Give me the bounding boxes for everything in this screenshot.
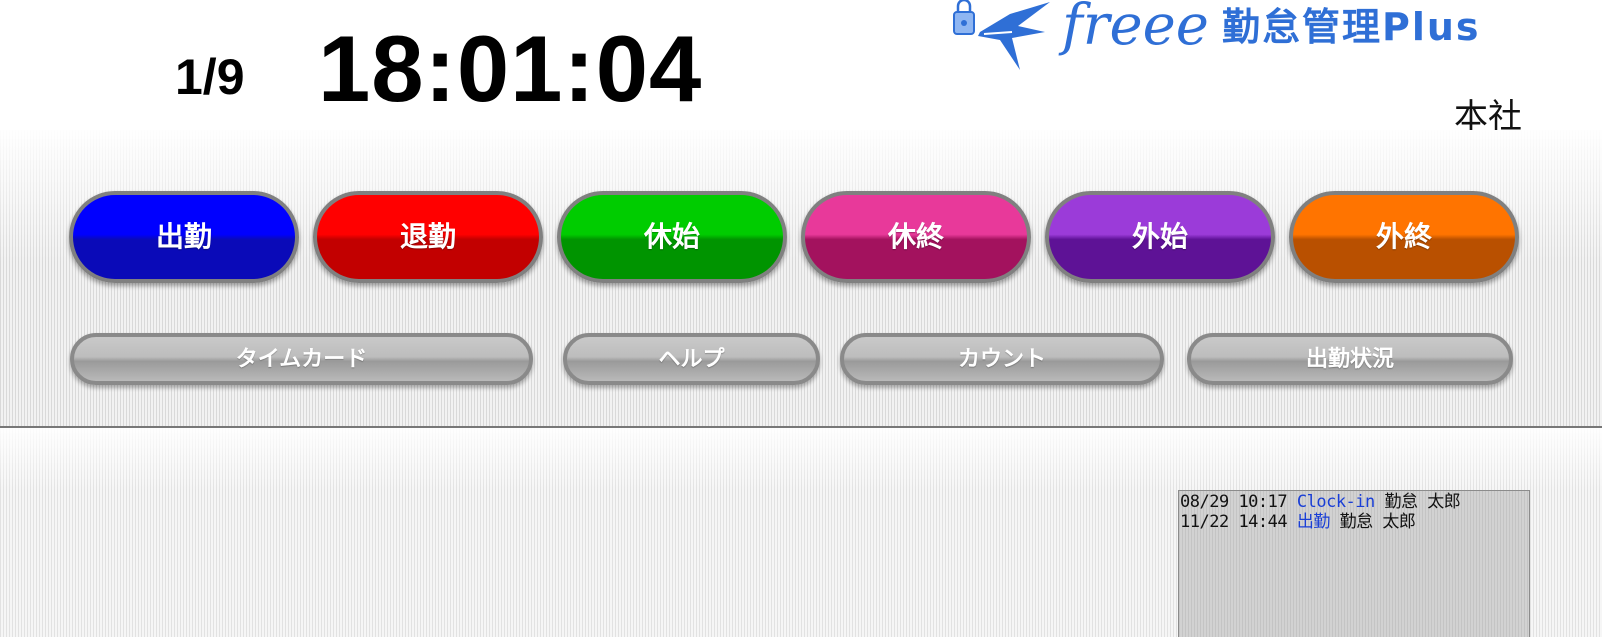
out-end-button[interactable]: 外終 <box>1289 191 1519 283</box>
location-label: 本社 <box>1454 97 1522 137</box>
log-date: 08/29 <box>1180 492 1229 512</box>
count-button[interactable]: カウント <box>840 333 1164 385</box>
logo-brand: freee <box>1062 0 1209 58</box>
clock-in-button[interactable]: 出勤 <box>69 191 299 283</box>
log-date: 11/22 <box>1180 512 1229 532</box>
attendance-status-label: 出勤状況 <box>1305 347 1394 372</box>
attendance-status-button[interactable]: 出勤状況 <box>1187 333 1513 385</box>
clock-out-button[interactable]: 退勤 <box>313 191 543 283</box>
timecard-label: タイムカード <box>235 347 368 372</box>
break-end-label: 休終 <box>887 220 944 253</box>
current-time: 18:01:04 <box>318 16 703 121</box>
log-time: 10:17 <box>1238 492 1288 512</box>
app-logo: freee 勤怠管理Plus <box>950 0 1510 87</box>
break-start-label: 休始 <box>643 220 700 253</box>
out-start-label: 外始 <box>1131 220 1188 253</box>
punch-log[interactable]: 08/29 10:17 Clock-in 勤怠 太郎 11/22 14:44 出… <box>1178 490 1530 637</box>
clock-out-label: 退勤 <box>399 220 456 253</box>
log-entry: 08/29 10:17 Clock-in 勤怠 太郎 <box>1180 492 1529 512</box>
out-end-label: 外終 <box>1375 220 1432 253</box>
logo-product: 勤怠管理Plus <box>1222 5 1481 49</box>
help-label: ヘルプ <box>658 347 725 372</box>
break-end-button[interactable]: 休終 <box>801 191 1031 283</box>
timecard-button[interactable]: タイムカード <box>70 333 533 385</box>
header-bar: 1/9 18:01:04 freee 勤怠管理Plus 本社 <box>0 0 1602 134</box>
log-entry: 11/22 14:44 出勤 勤怠 太郎 <box>1180 512 1529 532</box>
log-name: 勤怠 太郎 <box>1339 512 1416 532</box>
help-button[interactable]: ヘルプ <box>563 333 820 385</box>
count-label: カウント <box>957 347 1046 372</box>
clock-in-label: 出勤 <box>155 220 212 253</box>
break-start-button[interactable]: 休始 <box>557 191 787 283</box>
swallow-lock-icon <box>953 0 1050 70</box>
log-action: Clock-in <box>1296 492 1375 512</box>
out-start-button[interactable]: 外始 <box>1045 191 1275 283</box>
log-time: 14:44 <box>1238 512 1288 532</box>
log-name: 勤怠 太郎 <box>1384 492 1461 512</box>
current-date: 1/9 <box>175 49 245 105</box>
log-action: 出勤 <box>1296 512 1331 532</box>
